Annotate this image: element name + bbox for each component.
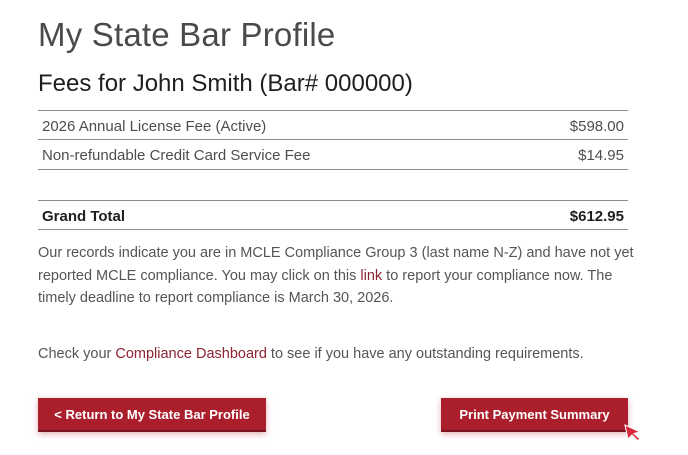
fee-row-service: Non-refundable Credit Card Service Fee $… bbox=[38, 140, 628, 170]
page-title: My State Bar Profile bbox=[38, 16, 336, 53]
fees-heading: Fees for John Smith (Bar# 000000) bbox=[38, 70, 413, 97]
return-to-profile-button[interactable]: < Return to My State Bar Profile bbox=[38, 398, 266, 432]
total-amount: $612.95 bbox=[569, 208, 624, 225]
fee-amount: $598.00 bbox=[569, 118, 624, 135]
mcle-notice: Our records indicate you are in MCLE Com… bbox=[38, 242, 638, 310]
fee-label: Non-refundable Credit Card Service Fee bbox=[42, 147, 311, 164]
fee-amount: $14.95 bbox=[578, 147, 624, 164]
fee-table: 2026 Annual License Fee (Active) $598.00… bbox=[38, 110, 628, 230]
fee-label: 2026 Annual License Fee (Active) bbox=[42, 118, 267, 135]
report-compliance-link[interactable]: link bbox=[360, 268, 382, 284]
mouse-pointer-icon bbox=[624, 424, 642, 441]
print-payment-summary-button[interactable]: Print Payment Summary bbox=[441, 398, 628, 432]
total-label: Grand Total bbox=[42, 208, 126, 225]
compliance-dashboard-link[interactable]: Compliance Dashboard bbox=[115, 346, 267, 362]
dashboard-text-after: to see if you have any outstanding requi… bbox=[266, 346, 584, 362]
dashboard-notice: Check your Compliance Dashboard to see i… bbox=[38, 344, 658, 364]
fee-row-total: Grand Total $612.95 bbox=[38, 200, 628, 230]
fee-row-license: 2026 Annual License Fee (Active) $598.00 bbox=[38, 110, 628, 140]
page: My State Bar Profile Fees for John Smith… bbox=[0, 0, 688, 455]
dashboard-text-before: Check your bbox=[38, 346, 116, 362]
table-spacer bbox=[38, 170, 628, 200]
